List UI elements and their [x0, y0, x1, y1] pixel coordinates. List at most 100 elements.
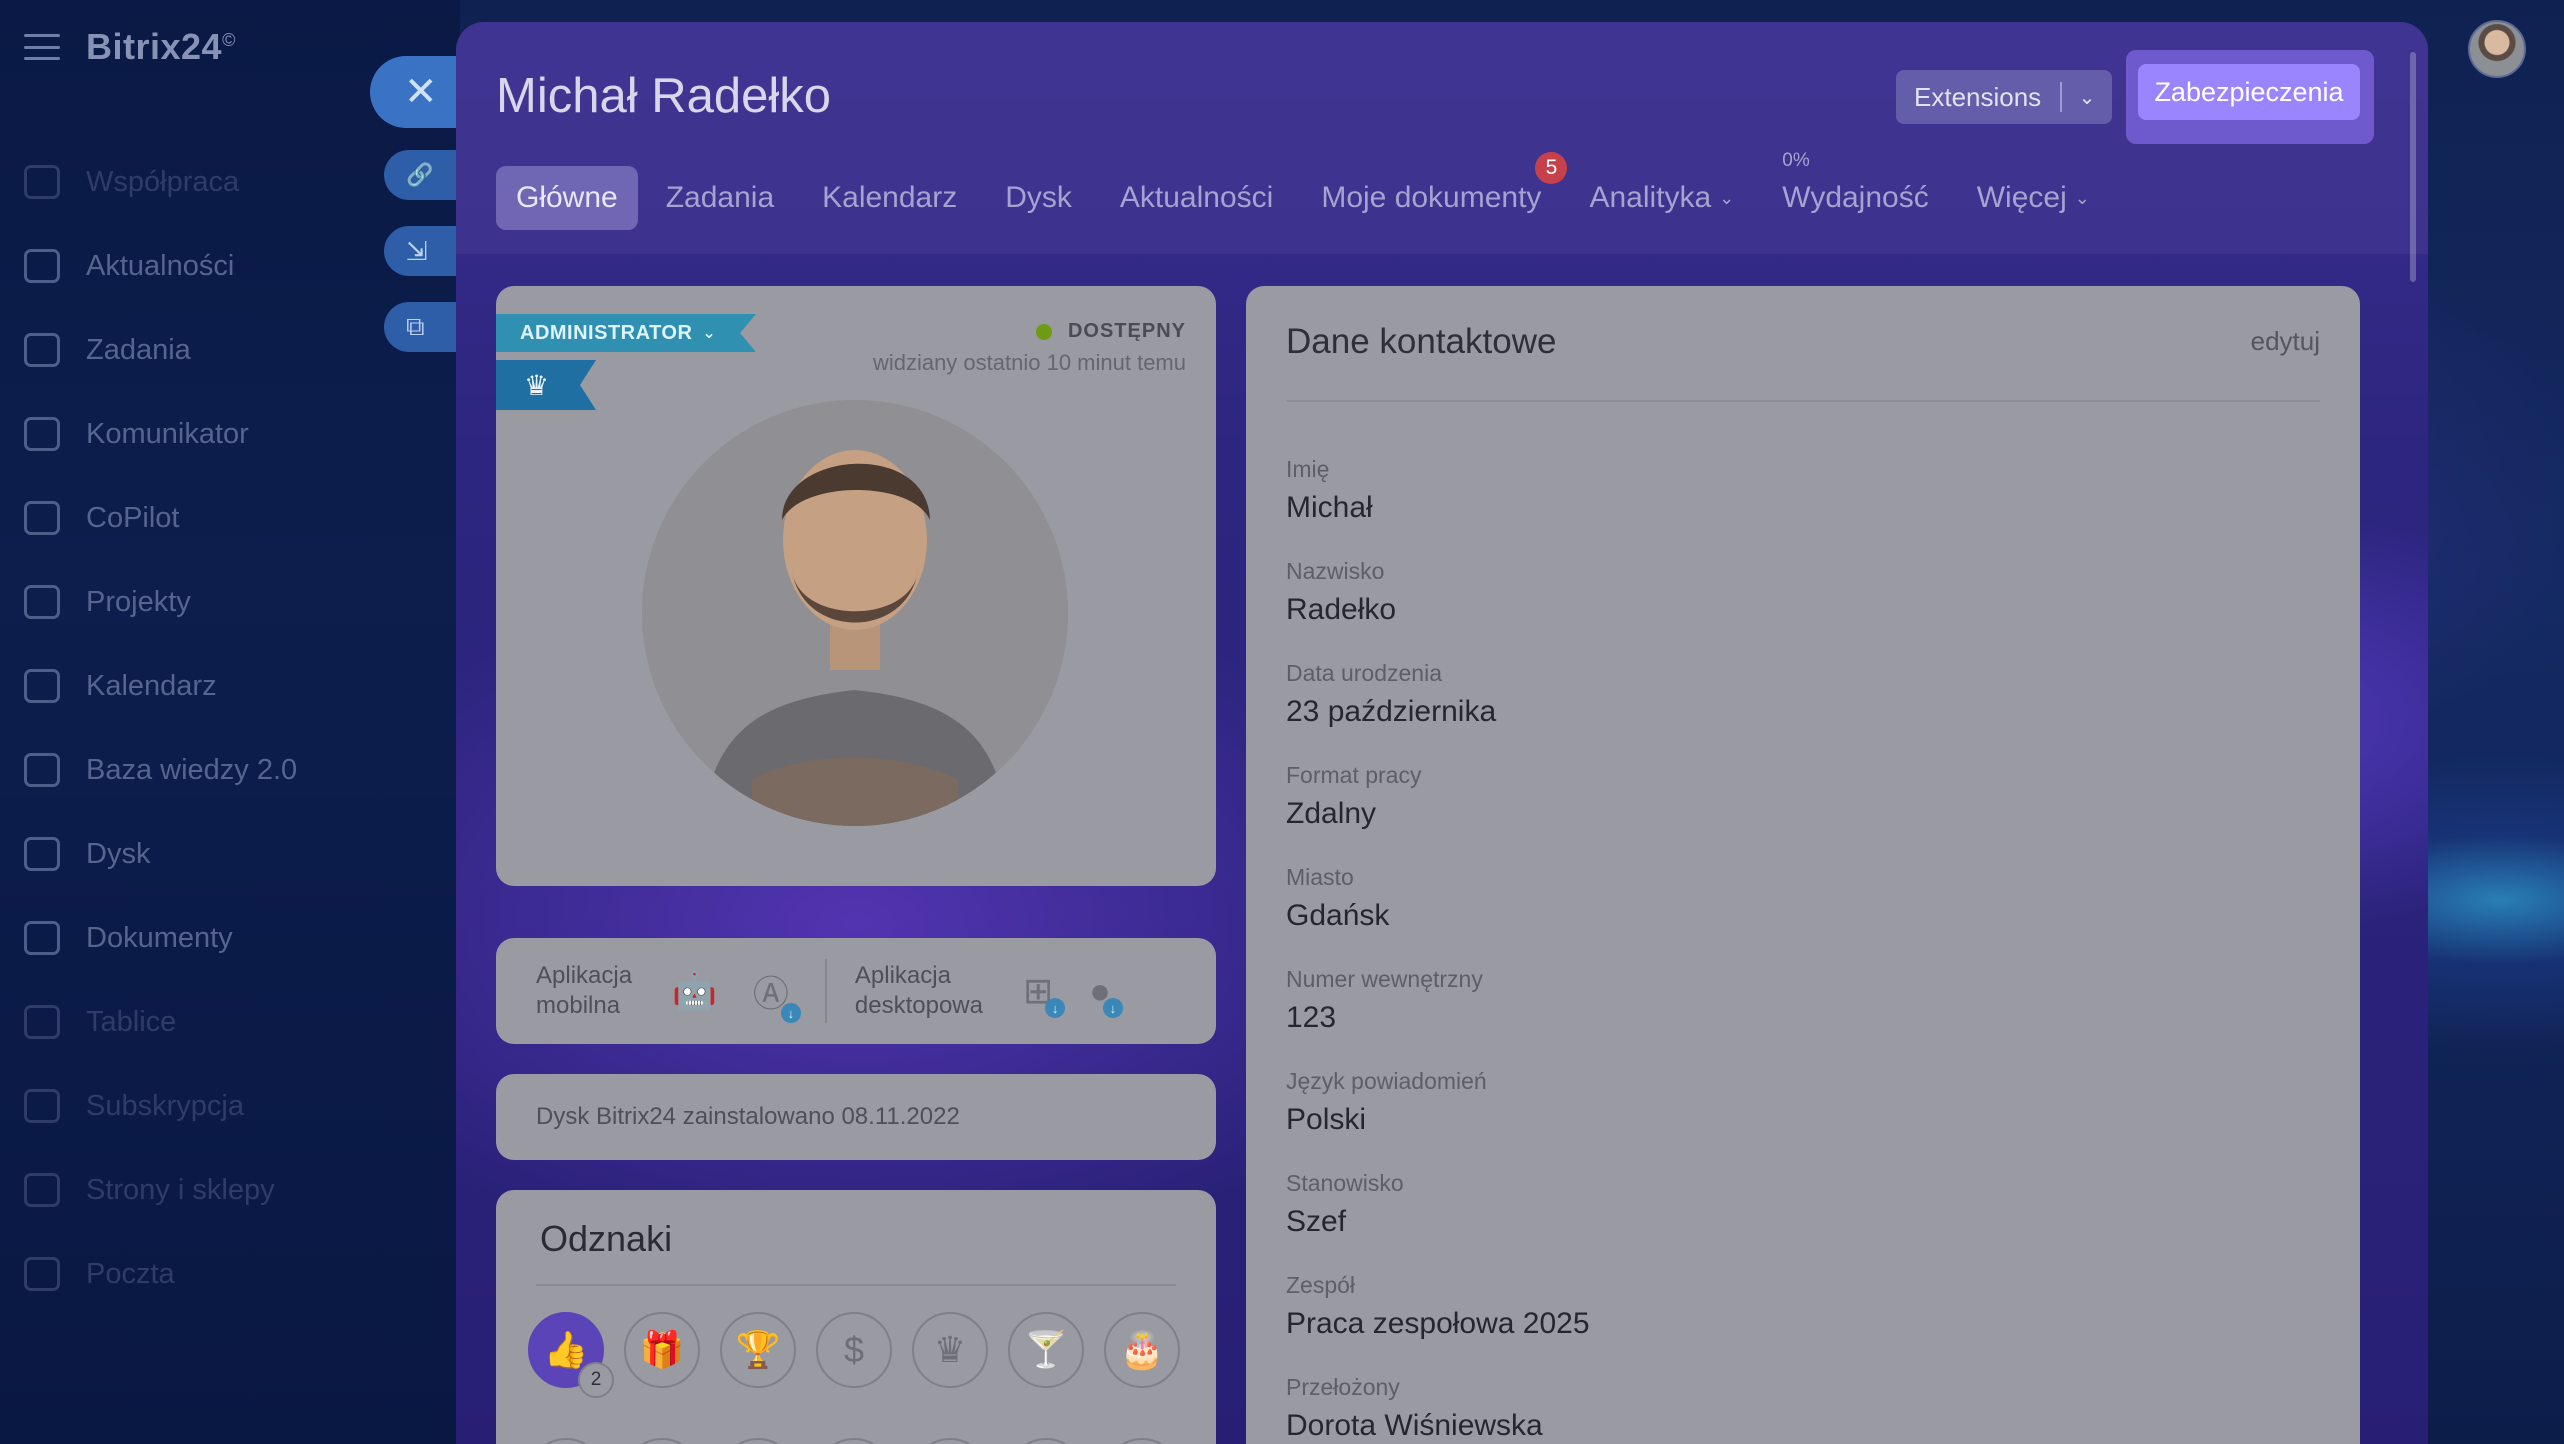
- field-value: Szef: [1286, 1205, 1347, 1238]
- status-label: DOSTĘPNY: [1067, 320, 1186, 342]
- crown-icon[interactable]: ♛: [912, 1312, 988, 1388]
- heart-icon[interactable]: [816, 1438, 892, 1444]
- trophy-icon[interactable]: 🏆: [720, 1312, 796, 1388]
- badge-icon[interactable]: [912, 1438, 988, 1444]
- extensions-label: Extensions: [1914, 81, 2042, 112]
- divider: [824, 959, 827, 1023]
- profile-panel: Michał Radełko Extensions ⌄ Zabezpieczen…: [456, 22, 2428, 1444]
- documents-icon: [24, 921, 60, 955]
- sidebar-item-tablice[interactable]: Tablice: [0, 980, 460, 1064]
- sidebar-item-label: Kalendarz: [86, 669, 217, 702]
- tab-label: Zadania: [665, 181, 775, 214]
- tab-aktualnosci[interactable]: Aktualności: [1100, 166, 1293, 230]
- sidebar-item-copilot[interactable]: CoPilot: [0, 476, 460, 560]
- collab-icon: [24, 165, 60, 199]
- windows-icon[interactable]: ⊞ ↓: [1023, 970, 1066, 1018]
- app-store-icon[interactable]: Ⓐ ↓: [753, 965, 801, 1023]
- field-label: Imię: [1286, 456, 1330, 482]
- close-slider-button[interactable]: ✕: [370, 56, 470, 128]
- sidebar-item-label: Subskrypcja: [86, 1089, 244, 1122]
- field-team: Zespół Praca zespołowa 2025: [1286, 1272, 1590, 1341]
- tab-analityka[interactable]: Analityka ⌄: [1569, 166, 1754, 230]
- sidebar-item-kalendarz[interactable]: Kalendarz: [0, 644, 460, 728]
- link-icon: 🔗: [406, 162, 434, 187]
- desktop-app-label: Aplikacja desktopowa: [855, 961, 983, 1021]
- edit-link[interactable]: edytuj: [2251, 326, 2320, 357]
- field-value: Praca zespołowa 2025: [1286, 1307, 1590, 1340]
- field-label: Stanowisko: [1286, 1170, 1404, 1196]
- open-window-icon: ⧉: [406, 311, 425, 341]
- sidebar-item-label: Baza wiedzy 2.0: [86, 753, 298, 786]
- field-label: Zespół: [1286, 1272, 1356, 1298]
- cocktail-icon[interactable]: 🍸: [1008, 1312, 1084, 1388]
- copilot-icon: [24, 501, 60, 535]
- download-icon: ↓: [1045, 998, 1066, 1018]
- online-dot-icon: [1035, 323, 1052, 340]
- chat-icon: [24, 417, 60, 451]
- money-bag-icon[interactable]: $: [816, 1312, 892, 1388]
- sidebar-item-dokumenty[interactable]: Dokumenty: [0, 896, 460, 980]
- sidebar-item-komunikator[interactable]: Komunikator: [0, 392, 460, 476]
- cake-icon[interactable]: 🎂: [1104, 1312, 1180, 1388]
- news-icon: [24, 249, 60, 283]
- tab-wydajnosc[interactable]: 0% Wydajność: [1762, 150, 1948, 230]
- field-value: 123: [1286, 1001, 1337, 1034]
- field-position: Stanowisko Szef: [1286, 1170, 1404, 1239]
- brand-logo[interactable]: Bitrix24©: [86, 26, 236, 68]
- tab-zadania[interactable]: Zadania: [646, 166, 794, 230]
- tab-glowne[interactable]: Główne: [496, 166, 638, 230]
- sidebar-item-label: Tablice: [86, 1005, 177, 1038]
- sidebar-item-poczta[interactable]: Poczta: [0, 1232, 460, 1316]
- counter-badge: 5: [1535, 152, 1568, 184]
- crown-icon: ♛: [496, 360, 596, 410]
- sidebar-item-dysk[interactable]: Dysk: [0, 812, 460, 896]
- sidebar-item-subskrypcja[interactable]: Subskrypcja: [0, 1064, 460, 1148]
- hamburger-menu-icon[interactable]: [24, 34, 60, 60]
- tab-dysk[interactable]: Dysk: [985, 166, 1092, 230]
- apple-icon[interactable]: ● ↓: [1089, 970, 1123, 1018]
- thumbs-up-icon[interactable]: 👍 2: [528, 1312, 614, 1398]
- disk-info-card: Dysk Bitrix24 zainstalowano 08.11.2022: [496, 1074, 1216, 1160]
- extensions-button[interactable]: Extensions ⌄: [1896, 70, 2112, 124]
- left-sidebar: Bitrix24© Współpraca Aktualności Zadania…: [0, 0, 460, 1444]
- field-label: Format pracy: [1286, 762, 1422, 788]
- profile-photo[interactable]: [642, 400, 1068, 826]
- sidebar-item-projekty[interactable]: Projekty: [0, 560, 460, 644]
- badge-icon[interactable]: [1104, 1438, 1180, 1444]
- security-button[interactable]: Zabezpieczenia: [2138, 64, 2360, 120]
- contact-card: Dane kontaktowe edytuj Imię Michał Nazwis…: [1246, 286, 2360, 1444]
- sidebar-item-baza-wiedzy[interactable]: Baza wiedzy 2.0: [0, 728, 460, 812]
- field-first-name: Imię Michał: [1286, 456, 1373, 525]
- tab-kalendarz[interactable]: Kalendarz: [802, 166, 977, 230]
- tab-wiecej[interactable]: Więcej ⌄: [1957, 166, 2110, 230]
- status-badge: DOSTĘPNY: [1035, 320, 1186, 343]
- badges-title: Odznaki: [540, 1218, 673, 1259]
- apps-card: Aplikacja mobilna 🤖 Ⓐ ↓ Aplikacja desktopow…: [496, 938, 1216, 1044]
- role-tag[interactable]: ADMINISTRATOR ⌄: [496, 314, 756, 352]
- sidebar-item-label: Aktualności: [86, 249, 235, 282]
- desktop-app-line: Aplikacja: [854, 962, 951, 989]
- brand-name: Bitrix24: [86, 26, 223, 67]
- field-value: Polski: [1286, 1103, 1367, 1136]
- close-icon: ✕: [404, 70, 438, 114]
- gift-icon[interactable]: 🎁: [624, 1312, 700, 1388]
- field-label: Nazwisko: [1286, 558, 1385, 584]
- badge-icon[interactable]: [624, 1438, 700, 1444]
- chevron-down-icon[interactable]: ⌄: [2062, 85, 2112, 110]
- tab-label: Dysk: [1005, 181, 1072, 214]
- sidebar-item-label: Projekty: [86, 585, 191, 618]
- user-avatar[interactable]: [2468, 20, 2526, 78]
- subscription-icon: [24, 1089, 60, 1123]
- badge-icon[interactable]: [1008, 1438, 1084, 1444]
- android-icon[interactable]: 🤖: [672, 970, 717, 1012]
- contact-title: Dane kontaktowe: [1286, 322, 1557, 361]
- sidebar-item-label: Strony i sklepy: [86, 1173, 275, 1206]
- field-value: Dorota Wiśniewska: [1286, 1409, 1543, 1442]
- badges-row: [528, 1438, 1200, 1444]
- tab-moje-dokumenty[interactable]: Moje dokumenty 5: [1301, 152, 1568, 230]
- badge-icon[interactable]: [720, 1438, 796, 1444]
- badge-icon[interactable]: [528, 1438, 604, 1444]
- field-supervisor: Przełożony Dorota Wiśniewska: [1286, 1374, 1543, 1443]
- scrollbar[interactable]: [2410, 52, 2416, 282]
- sidebar-item-strony-sklepy[interactable]: Strony i sklepy: [0, 1148, 460, 1232]
